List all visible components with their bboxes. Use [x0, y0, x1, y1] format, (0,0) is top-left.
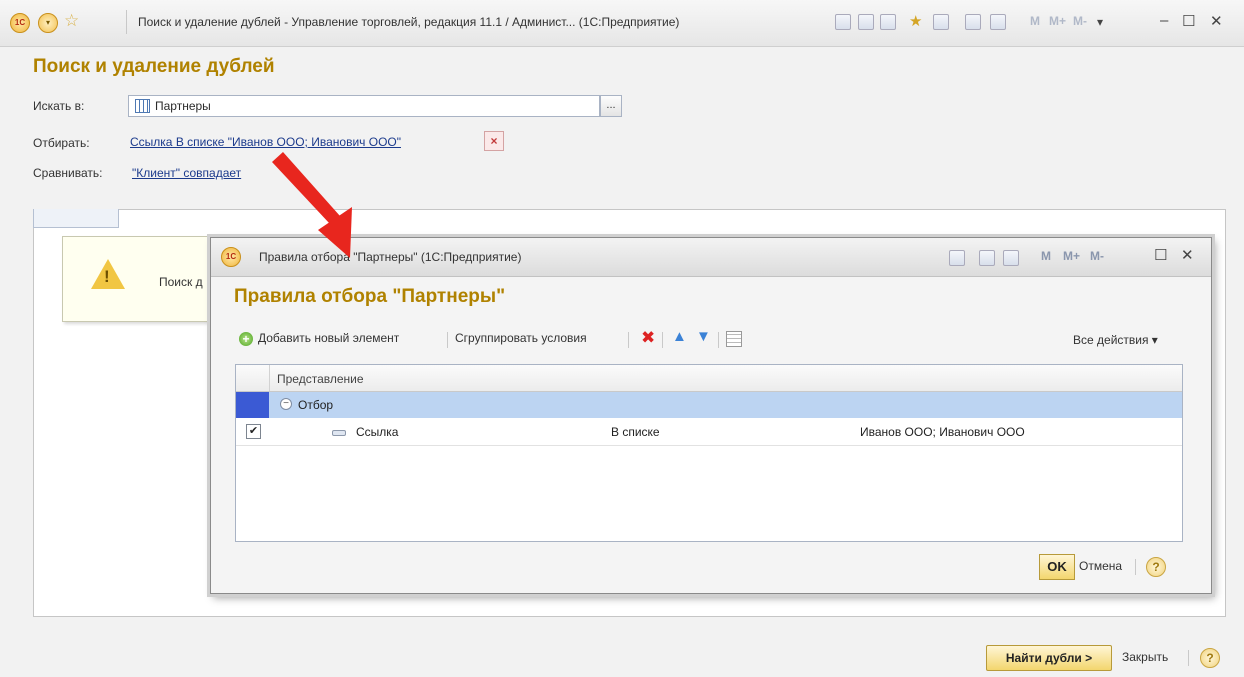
value-cell[interactable]: Иванов ООО; Иванович ООО — [860, 425, 1025, 439]
history-icon[interactable] — [949, 250, 965, 266]
warning-mark: ! — [104, 267, 110, 286]
divider — [447, 332, 448, 348]
1c-logo-icon[interactable]: 1С — [10, 13, 30, 33]
dropdown-icon[interactable]: ▾ — [1097, 15, 1103, 29]
calendar-icon[interactable] — [1003, 250, 1019, 266]
calendar-icon[interactable] — [990, 14, 1006, 30]
compare-link[interactable]: "Клиент" совпадает — [132, 166, 241, 180]
clear-filter-icon[interactable]: × — [484, 131, 504, 151]
add-field-icon[interactable] — [726, 331, 742, 347]
message-text: Поиск д — [159, 275, 203, 289]
preview-icon[interactable] — [880, 14, 896, 30]
close-icon[interactable]: ✕ — [1210, 12, 1223, 30]
field-cell[interactable]: Ссылка — [356, 425, 398, 439]
minimize-icon[interactable]: – — [1160, 12, 1168, 29]
dialog-title-bar: 1С Правила отбора "Партнеры" (1С:Предпри… — [211, 238, 1211, 277]
page-title: Поиск и удаление дублей — [33, 56, 275, 77]
table-header: Представление — [236, 365, 1182, 392]
dialog-title: Правила отбора "Партнеры" (1С:Предприяти… — [259, 250, 522, 264]
field-icon — [332, 430, 346, 436]
move-up-icon[interactable]: ▲ — [672, 328, 687, 345]
divider — [718, 332, 719, 348]
memory-mminus-button[interactable]: M- — [1073, 14, 1087, 28]
add-favorite-icon[interactable]: ★ — [909, 12, 922, 30]
filter-link[interactable]: Ссылка В списке "Иванов ООО; Иванович ОО… — [130, 135, 401, 149]
memory-mplus-button[interactable]: M+ — [1063, 249, 1080, 263]
memory-mplus-button[interactable]: M+ — [1049, 14, 1066, 28]
history-icon[interactable] — [933, 14, 949, 30]
results-tab[interactable] — [33, 209, 119, 228]
menu-chevron-icon[interactable]: ▾ — [38, 13, 58, 33]
use-checkbox[interactable]: ✔ — [246, 424, 261, 439]
maximize-icon[interactable]: ☐ — [1182, 12, 1195, 30]
select-button[interactable]: ... — [600, 95, 622, 117]
collapse-icon[interactable]: − — [280, 398, 292, 410]
table-row[interactable]: ✔ Ссылка В списке Иванов ООО; Иванович О… — [236, 419, 1182, 446]
compare-label: Сравнивать: — [33, 166, 103, 180]
delete-icon[interactable]: ✖ — [641, 328, 655, 348]
divider — [628, 332, 629, 348]
table-row-group[interactable]: − Отбор — [236, 392, 1182, 418]
catalog-icon — [135, 99, 150, 113]
memory-m-button[interactable]: M — [1030, 14, 1040, 28]
divider — [662, 332, 663, 348]
memory-m-button[interactable]: M — [1041, 249, 1051, 263]
filter-table: Представление − Отбор ✔ Ссылка В списке … — [235, 364, 1183, 542]
add-element-button[interactable]: Добавить новый элемент — [258, 331, 399, 345]
group-conditions-button[interactable]: Сгруппировать условия — [455, 331, 587, 345]
filter-label: Отбирать: — [33, 136, 90, 150]
calculator-icon[interactable] — [965, 14, 981, 30]
divider — [1188, 650, 1189, 666]
maximize-icon[interactable]: ☐ — [1154, 246, 1167, 264]
divider — [126, 10, 127, 34]
cancel-button[interactable]: Отмена — [1079, 559, 1122, 573]
memory-mminus-button[interactable]: M- — [1090, 249, 1104, 263]
filter-rules-dialog: 1С Правила отбора "Партнеры" (1С:Предпри… — [210, 237, 1212, 594]
column-header-representation[interactable]: Представление — [277, 372, 364, 386]
find-duplicates-button[interactable]: Найти дубли > — [986, 645, 1112, 671]
row-selector[interactable] — [236, 392, 269, 418]
favorites-star-icon[interactable]: ☆ — [64, 11, 79, 31]
window-title: Поиск и удаление дублей - Управление тор… — [138, 15, 680, 29]
search-in-field[interactable]: Партнеры — [128, 95, 600, 117]
main-window: 1С ▾ ☆ Поиск и удаление дублей - Управле… — [0, 0, 1244, 677]
close-button[interactable]: Закрыть — [1122, 650, 1168, 664]
all-actions-menu[interactable]: Все действия ▾ — [1073, 333, 1158, 347]
print-icon[interactable] — [858, 14, 874, 30]
condition-cell[interactable]: В списке — [611, 425, 660, 439]
search-in-value: Партнеры — [155, 99, 211, 113]
help-icon[interactable]: ? — [1146, 557, 1166, 577]
add-icon[interactable]: + — [239, 332, 253, 346]
group-label: Отбор — [298, 398, 334, 412]
calculator-icon[interactable] — [979, 250, 995, 266]
title-bar: 1С ▾ ☆ Поиск и удаление дублей - Управле… — [0, 0, 1244, 47]
ok-button[interactable]: OK — [1039, 554, 1075, 580]
divider — [1135, 559, 1136, 575]
check-column-header — [236, 365, 270, 391]
dialog-heading: Правила отбора "Партнеры" — [234, 286, 506, 307]
save-icon[interactable] — [835, 14, 851, 30]
help-icon[interactable]: ? — [1200, 648, 1220, 668]
close-icon[interactable]: ✕ — [1181, 246, 1194, 264]
move-down-icon[interactable]: ▼ — [696, 328, 711, 345]
search-in-label: Искать в: — [33, 99, 85, 113]
1c-logo-icon[interactable]: 1С — [221, 247, 241, 267]
